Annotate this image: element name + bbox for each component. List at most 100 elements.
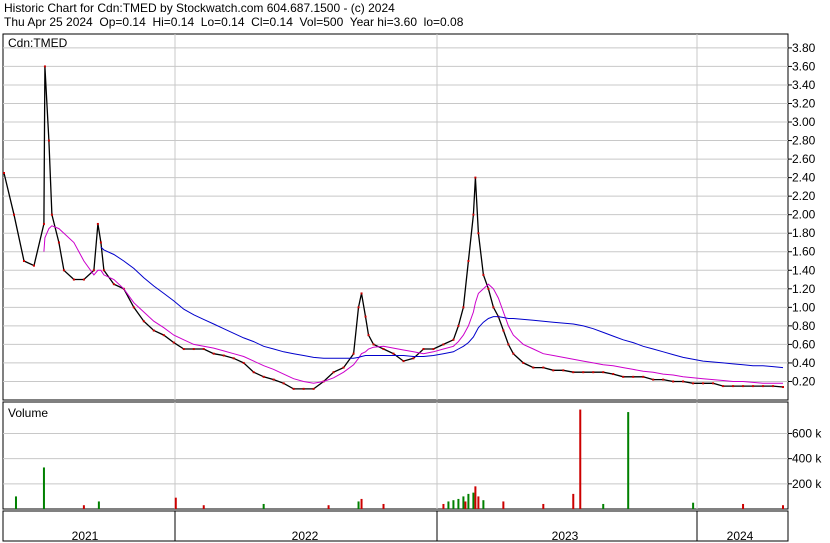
price-point [292, 387, 295, 390]
price-point [432, 348, 435, 351]
volume-bar [262, 503, 265, 509]
price-point [392, 352, 395, 355]
price-point [192, 348, 195, 351]
price-tick-label: 1.60 [792, 245, 816, 259]
price-point [332, 371, 335, 374]
volume-bar [477, 496, 480, 509]
volume-bar [742, 503, 745, 509]
year-label: 2021 [72, 529, 99, 543]
price-point [462, 306, 465, 309]
price-tick-label: 0.40 [792, 356, 816, 370]
price-point [682, 380, 685, 383]
year-label: 2023 [552, 529, 579, 543]
price-point [367, 334, 370, 337]
volume-pane [2, 401, 789, 510]
price-point [222, 354, 225, 357]
volume-bar [782, 505, 784, 509]
price-point [692, 382, 695, 385]
volume-bar [579, 409, 582, 509]
price-point [652, 378, 655, 381]
price-point [182, 348, 185, 351]
price-point [772, 385, 775, 388]
price-point [532, 366, 535, 369]
price-tick-label: 2.00 [792, 208, 816, 222]
volume-bar [457, 498, 460, 509]
price-point [592, 371, 595, 374]
price-point [3, 171, 5, 174]
price-point [474, 176, 477, 179]
price-point [752, 385, 755, 388]
price-point [732, 385, 735, 388]
volume-bar [572, 493, 575, 509]
price-tick-label: 1.80 [792, 226, 816, 240]
price-tick-label: 3.40 [792, 78, 816, 92]
volume-bar [442, 503, 445, 509]
volume-tick-label: 200 k [792, 477, 822, 491]
volume-tick-label: 600 k [792, 426, 822, 440]
volume-bar [462, 496, 465, 509]
volume-bar [357, 501, 360, 509]
price-tick-label: 1.40 [792, 263, 816, 277]
volume-bar [602, 503, 605, 509]
price-point [50, 213, 53, 216]
price-point [782, 386, 784, 389]
price-point [152, 329, 155, 332]
price-point [32, 264, 35, 267]
volume-bar [502, 501, 505, 509]
price-point [357, 306, 360, 309]
price-point [512, 352, 515, 355]
price-point [582, 371, 585, 374]
price-y-axis: 0.20 0.40 0.60 0.80 1.00 1.20 1.40 1.60 1.80 2.00… [788, 41, 816, 388]
volume-bar [327, 505, 330, 509]
volume-bar [97, 501, 100, 509]
volume-bar [14, 496, 17, 509]
price-point [452, 338, 455, 341]
price-point [272, 378, 275, 381]
price-point [482, 273, 485, 276]
price-point [99, 241, 102, 244]
price-tick-label: 2.40 [792, 171, 816, 185]
price-point [212, 352, 215, 355]
stock-chart: 0.20 0.40 0.60 0.80 1.00 1.20 1.40 1.60 1.80 2.00… [2, 33, 822, 543]
price-point [47, 139, 50, 142]
volume-bar [202, 505, 205, 509]
price-point [502, 329, 505, 332]
price-point [43, 65, 46, 68]
price-point [72, 278, 75, 281]
price-point [102, 269, 105, 272]
volume-bar [82, 505, 85, 509]
volume-bar [474, 486, 477, 509]
price-point [672, 380, 675, 383]
price-point [364, 315, 367, 318]
price-point [372, 343, 375, 346]
year-label: 2022 [292, 529, 319, 543]
price-point [467, 260, 470, 263]
price-point [42, 222, 45, 225]
price-point [382, 348, 385, 351]
price-point [632, 375, 635, 378]
price-point [57, 241, 60, 244]
price-point [162, 334, 165, 337]
price-point [62, 269, 65, 272]
price-point [412, 357, 415, 360]
price-point [252, 371, 255, 374]
price-point [312, 387, 315, 390]
price-point [572, 371, 575, 374]
volume-bar [452, 500, 455, 509]
price-tick-label: 1.20 [792, 282, 816, 296]
volume-bar [627, 412, 630, 509]
price-point [92, 269, 95, 272]
volume-bar [447, 501, 450, 509]
price-point [477, 232, 480, 235]
price-tick-label: 2.80 [792, 134, 816, 148]
price-point [360, 292, 363, 295]
price-point [742, 385, 745, 388]
price-point [492, 306, 495, 309]
price-tick-label: 0.60 [792, 337, 816, 351]
price-point [12, 213, 15, 216]
price-point [507, 343, 510, 346]
price-point [262, 375, 265, 378]
price-point [602, 371, 605, 374]
price-pane-title: Cdn:TMED [8, 36, 68, 50]
price-point [132, 306, 135, 309]
